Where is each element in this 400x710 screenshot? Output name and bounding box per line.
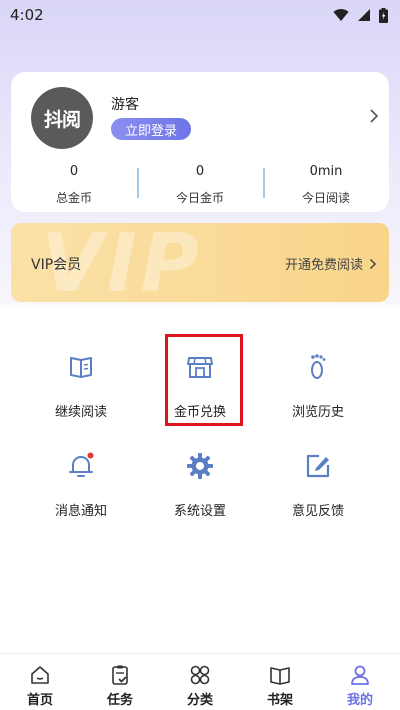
footprint-icon: [311, 354, 326, 379]
menu-feedback[interactable]: 意见反馈: [268, 452, 368, 532]
status-bar: 4:02: [0, 0, 400, 30]
book-icon: [270, 667, 290, 685]
menu-notifications[interactable]: 消息通知: [31, 452, 131, 532]
menu-history[interactable]: 浏览历史: [268, 353, 368, 433]
menu-continue-reading[interactable]: 继续阅读: [31, 353, 131, 433]
stat-divider: [137, 168, 139, 198]
stat-label: 总金币: [55, 191, 92, 205]
vip-banner[interactable]: VIP VIP会员 开通免费阅读: [11, 223, 389, 302]
vip-action-label: 开通免费阅读: [284, 258, 363, 273]
tab-label: 书架: [266, 693, 293, 708]
home-icon: [31, 666, 49, 684]
clipboard-check-icon: [112, 665, 128, 685]
tab-label: 我的: [346, 693, 373, 708]
stat-label: 今日金币: [175, 191, 224, 205]
status-icons: [333, 7, 388, 23]
status-time: 4:02: [10, 6, 44, 24]
menu-label: 意见反馈: [291, 504, 344, 519]
stat-divider: [263, 168, 265, 198]
stat-value: 0: [195, 164, 205, 179]
stat-label: 今日阅读: [301, 191, 350, 205]
menu-label: 消息通知: [54, 504, 107, 519]
wifi-icon: [333, 9, 349, 21]
menu-label: 继续阅读: [54, 405, 107, 420]
stat-value: 0: [69, 164, 79, 179]
menu-label: 浏览历史: [291, 405, 344, 420]
tab-mine[interactable]: 我的: [320, 654, 400, 710]
chevron-right-icon: [369, 258, 377, 269]
tab-category[interactable]: 分类: [160, 654, 240, 710]
menu-settings[interactable]: 系统设置: [150, 452, 250, 532]
tab-label: 任务: [106, 693, 133, 708]
battery-icon: [379, 7, 388, 23]
vip-action[interactable]: 开通免费阅读: [285, 254, 377, 273]
tab-bookshelf[interactable]: 书架: [240, 654, 320, 710]
edit-icon: [306, 454, 330, 478]
stats-row: 0 总金币 0 今日金币 0min 今日阅读: [11, 164, 389, 205]
stat-total-coins[interactable]: 0 总金币: [11, 164, 137, 205]
tab-home[interactable]: 首页: [0, 654, 80, 710]
category-grid-icon: [190, 665, 210, 685]
user-name: 游客: [111, 97, 139, 113]
chevron-right-icon[interactable]: [369, 108, 379, 124]
vip-title: VIP会员: [31, 257, 82, 273]
tab-label: 分类: [186, 693, 213, 708]
user-icon: [351, 665, 369, 685]
avatar[interactable]: 抖阅: [31, 87, 93, 149]
highlight-box: [165, 334, 243, 426]
tab-label: 首页: [26, 693, 53, 708]
open-book-icon: [70, 357, 92, 378]
stat-today-coins[interactable]: 0 今日金币: [137, 164, 263, 205]
profile-card[interactable]: 抖阅 游客 立即登录 0 总金币 0 今日金币 0min 今日阅读: [11, 72, 389, 212]
menu-label: 系统设置: [173, 504, 226, 519]
login-button[interactable]: 立即登录: [111, 118, 191, 140]
signal-icon: [358, 9, 370, 21]
tab-tasks[interactable]: 任务: [80, 654, 160, 710]
bell-icon: [69, 452, 94, 477]
stat-today-reading[interactable]: 0min 今日阅读: [263, 164, 389, 205]
bottom-tab-bar: 首页 任务 分类 书架 我的: [0, 653, 400, 710]
stat-value: 0min: [309, 164, 343, 179]
gear-icon: [187, 453, 213, 479]
